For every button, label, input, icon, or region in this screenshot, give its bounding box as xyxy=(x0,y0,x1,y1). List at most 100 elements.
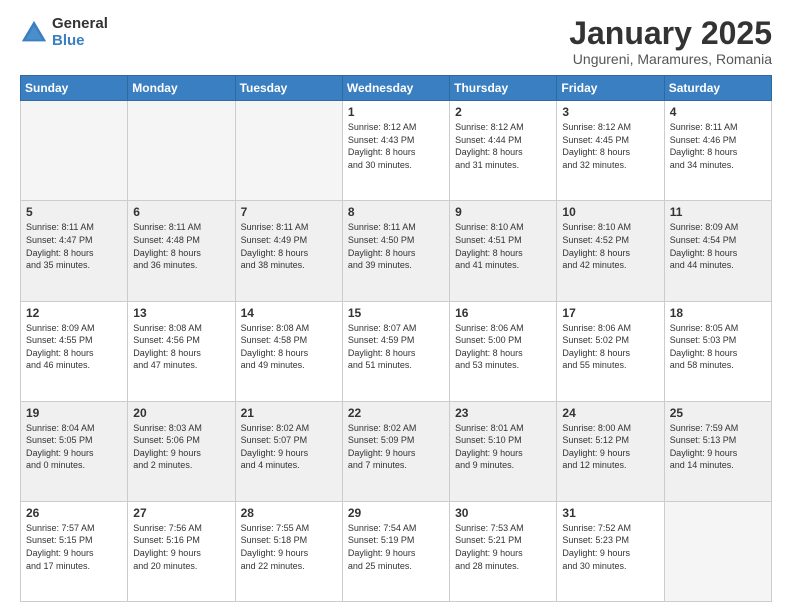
calendar-cell: 11Sunrise: 8:09 AM Sunset: 4:54 PM Dayli… xyxy=(664,201,771,301)
day-info: Sunrise: 8:08 AM Sunset: 4:56 PM Dayligh… xyxy=(133,322,229,372)
day-number: 1 xyxy=(348,105,444,119)
day-number: 5 xyxy=(26,205,122,219)
day-info: Sunrise: 8:07 AM Sunset: 4:59 PM Dayligh… xyxy=(348,322,444,372)
calendar-cell: 25Sunrise: 7:59 AM Sunset: 5:13 PM Dayli… xyxy=(664,401,771,501)
day-number: 6 xyxy=(133,205,229,219)
day-info: Sunrise: 8:09 AM Sunset: 4:54 PM Dayligh… xyxy=(670,221,766,271)
logo-icon xyxy=(20,19,48,47)
calendar-cell: 1 Sunrise: 8:12 AM Sunset: 4:43 PM Daylig… xyxy=(342,101,449,201)
calendar-cell: 29Sunrise: 7:54 AM Sunset: 5:19 PM Dayli… xyxy=(342,501,449,601)
calendar-cell: 20 Sunrise: 8:03 AM Sunset: 5:06 PM Dayli… xyxy=(128,401,235,501)
day-number: 4 xyxy=(670,105,766,119)
calendar-cell: 18 Sunrise: 8:05 AM Sunset: 5:03 PM Dayli… xyxy=(664,301,771,401)
day-info: Sunrise: 7:55 AM Sunset: 5:18 PM Dayligh… xyxy=(241,522,337,572)
calendar-cell: 21 Sunrise: 8:02 AM Sunset: 5:07 PM Dayli… xyxy=(235,401,342,501)
weekday-header: Thursday xyxy=(450,76,557,101)
calendar-cell: 22 Sunrise: 8:02 AM Sunset: 5:09 PM Dayli… xyxy=(342,401,449,501)
weekday-header: Monday xyxy=(128,76,235,101)
day-number: 18 xyxy=(670,306,766,320)
calendar-cell: 19 Sunrise: 8:04 AM Sunset: 5:05 PM Dayli… xyxy=(21,401,128,501)
calendar-cell xyxy=(128,101,235,201)
day-number: 13 xyxy=(133,306,229,320)
calendar-cell: 26 Sunrise: 7:57 AM Sunset: 5:15 PM Dayli… xyxy=(21,501,128,601)
day-number: 8 xyxy=(348,205,444,219)
day-number: 27 xyxy=(133,506,229,520)
calendar-cell: 7Sunrise: 8:11 AM Sunset: 4:49 PM Daylig… xyxy=(235,201,342,301)
day-info: Sunrise: 8:03 AM Sunset: 5:06 PM Dayligh… xyxy=(133,422,229,472)
calendar-cell: 24Sunrise: 8:00 AM Sunset: 5:12 PM Dayli… xyxy=(557,401,664,501)
calendar-week-row: 19 Sunrise: 8:04 AM Sunset: 5:05 PM Dayli… xyxy=(21,401,772,501)
day-info: Sunrise: 8:10 AM Sunset: 4:52 PM Dayligh… xyxy=(562,221,658,271)
day-info: Sunrise: 8:11 AM Sunset: 4:49 PM Dayligh… xyxy=(241,221,337,271)
calendar-cell: 4 Sunrise: 8:11 AM Sunset: 4:46 PM Daylig… xyxy=(664,101,771,201)
day-info: Sunrise: 7:57 AM Sunset: 5:15 PM Dayligh… xyxy=(26,522,122,572)
day-number: 28 xyxy=(241,506,337,520)
day-number: 19 xyxy=(26,406,122,420)
calendar-cell: 10 Sunrise: 8:10 AM Sunset: 4:52 PM Dayli… xyxy=(557,201,664,301)
day-number: 3 xyxy=(562,105,658,119)
calendar-week-row: 5 Sunrise: 8:11 AM Sunset: 4:47 PM Daylig… xyxy=(21,201,772,301)
calendar-cell: 28 Sunrise: 7:55 AM Sunset: 5:18 PM Dayli… xyxy=(235,501,342,601)
day-info: Sunrise: 7:56 AM Sunset: 5:16 PM Dayligh… xyxy=(133,522,229,572)
calendar-cell: 16 Sunrise: 8:06 AM Sunset: 5:00 PM Dayli… xyxy=(450,301,557,401)
calendar-week-row: 1 Sunrise: 8:12 AM Sunset: 4:43 PM Daylig… xyxy=(21,101,772,201)
calendar-cell: 23 Sunrise: 8:01 AM Sunset: 5:10 PM Dayli… xyxy=(450,401,557,501)
day-number: 21 xyxy=(241,406,337,420)
day-number: 24 xyxy=(562,406,658,420)
day-info: Sunrise: 8:02 AM Sunset: 5:09 PM Dayligh… xyxy=(348,422,444,472)
day-info: Sunrise: 8:09 AM Sunset: 4:55 PM Dayligh… xyxy=(26,322,122,372)
day-number: 9 xyxy=(455,205,551,219)
day-info: Sunrise: 8:06 AM Sunset: 5:02 PM Dayligh… xyxy=(562,322,658,372)
day-number: 16 xyxy=(455,306,551,320)
day-number: 25 xyxy=(670,406,766,420)
day-info: Sunrise: 8:10 AM Sunset: 4:51 PM Dayligh… xyxy=(455,221,551,271)
day-number: 26 xyxy=(26,506,122,520)
calendar-cell: 12 Sunrise: 8:09 AM Sunset: 4:55 PM Dayli… xyxy=(21,301,128,401)
day-number: 12 xyxy=(26,306,122,320)
weekday-header: Tuesday xyxy=(235,76,342,101)
day-info: Sunrise: 8:11 AM Sunset: 4:48 PM Dayligh… xyxy=(133,221,229,271)
day-info: Sunrise: 8:02 AM Sunset: 5:07 PM Dayligh… xyxy=(241,422,337,472)
day-number: 23 xyxy=(455,406,551,420)
day-info: Sunrise: 8:08 AM Sunset: 4:58 PM Dayligh… xyxy=(241,322,337,372)
calendar-cell xyxy=(21,101,128,201)
day-number: 20 xyxy=(133,406,229,420)
calendar-cell: 2Sunrise: 8:12 AM Sunset: 4:44 PM Daylig… xyxy=(450,101,557,201)
calendar-cell: 8Sunrise: 8:11 AM Sunset: 4:50 PM Daylig… xyxy=(342,201,449,301)
calendar-cell: 14Sunrise: 8:08 AM Sunset: 4:58 PM Dayli… xyxy=(235,301,342,401)
logo-blue: Blue xyxy=(52,33,108,50)
title-block: January 2025 Ungureni, Maramures, Romani… xyxy=(569,16,772,67)
weekday-header: Wednesday xyxy=(342,76,449,101)
day-number: 31 xyxy=(562,506,658,520)
calendar-title: January 2025 xyxy=(569,16,772,51)
calendar-cell xyxy=(235,101,342,201)
day-info: Sunrise: 7:52 AM Sunset: 5:23 PM Dayligh… xyxy=(562,522,658,572)
calendar-week-row: 26 Sunrise: 7:57 AM Sunset: 5:15 PM Dayli… xyxy=(21,501,772,601)
logo-text: General Blue xyxy=(52,16,108,49)
day-number: 22 xyxy=(348,406,444,420)
day-info: Sunrise: 7:53 AM Sunset: 5:21 PM Dayligh… xyxy=(455,522,551,572)
calendar-cell: 31 Sunrise: 7:52 AM Sunset: 5:23 PM Dayli… xyxy=(557,501,664,601)
calendar-table: SundayMondayTuesdayWednesdayThursdayFrid… xyxy=(20,75,772,602)
day-info: Sunrise: 8:11 AM Sunset: 4:46 PM Dayligh… xyxy=(670,121,766,171)
day-info: Sunrise: 8:05 AM Sunset: 5:03 PM Dayligh… xyxy=(670,322,766,372)
calendar-cell: 27 Sunrise: 7:56 AM Sunset: 5:16 PM Dayli… xyxy=(128,501,235,601)
logo: General Blue xyxy=(20,16,108,49)
day-info: Sunrise: 8:04 AM Sunset: 5:05 PM Dayligh… xyxy=(26,422,122,472)
day-number: 15 xyxy=(348,306,444,320)
calendar-week-row: 12 Sunrise: 8:09 AM Sunset: 4:55 PM Dayli… xyxy=(21,301,772,401)
day-info: Sunrise: 8:01 AM Sunset: 5:10 PM Dayligh… xyxy=(455,422,551,472)
day-info: Sunrise: 8:06 AM Sunset: 5:00 PM Dayligh… xyxy=(455,322,551,372)
calendar-cell: 17Sunrise: 8:06 AM Sunset: 5:02 PM Dayli… xyxy=(557,301,664,401)
header: General Blue January 2025 Ungureni, Mara… xyxy=(20,16,772,67)
calendar-cell: 15 Sunrise: 8:07 AM Sunset: 4:59 PM Dayli… xyxy=(342,301,449,401)
calendar-cell: 13 Sunrise: 8:08 AM Sunset: 4:56 PM Dayli… xyxy=(128,301,235,401)
day-number: 10 xyxy=(562,205,658,219)
day-info: Sunrise: 8:12 AM Sunset: 4:43 PM Dayligh… xyxy=(348,121,444,171)
day-number: 30 xyxy=(455,506,551,520)
day-info: Sunrise: 8:11 AM Sunset: 4:47 PM Dayligh… xyxy=(26,221,122,271)
calendar-cell: 6 Sunrise: 8:11 AM Sunset: 4:48 PM Daylig… xyxy=(128,201,235,301)
calendar-cell: 3 Sunrise: 8:12 AM Sunset: 4:45 PM Daylig… xyxy=(557,101,664,201)
day-info: Sunrise: 8:12 AM Sunset: 4:45 PM Dayligh… xyxy=(562,121,658,171)
page: General Blue January 2025 Ungureni, Mara… xyxy=(0,0,792,612)
